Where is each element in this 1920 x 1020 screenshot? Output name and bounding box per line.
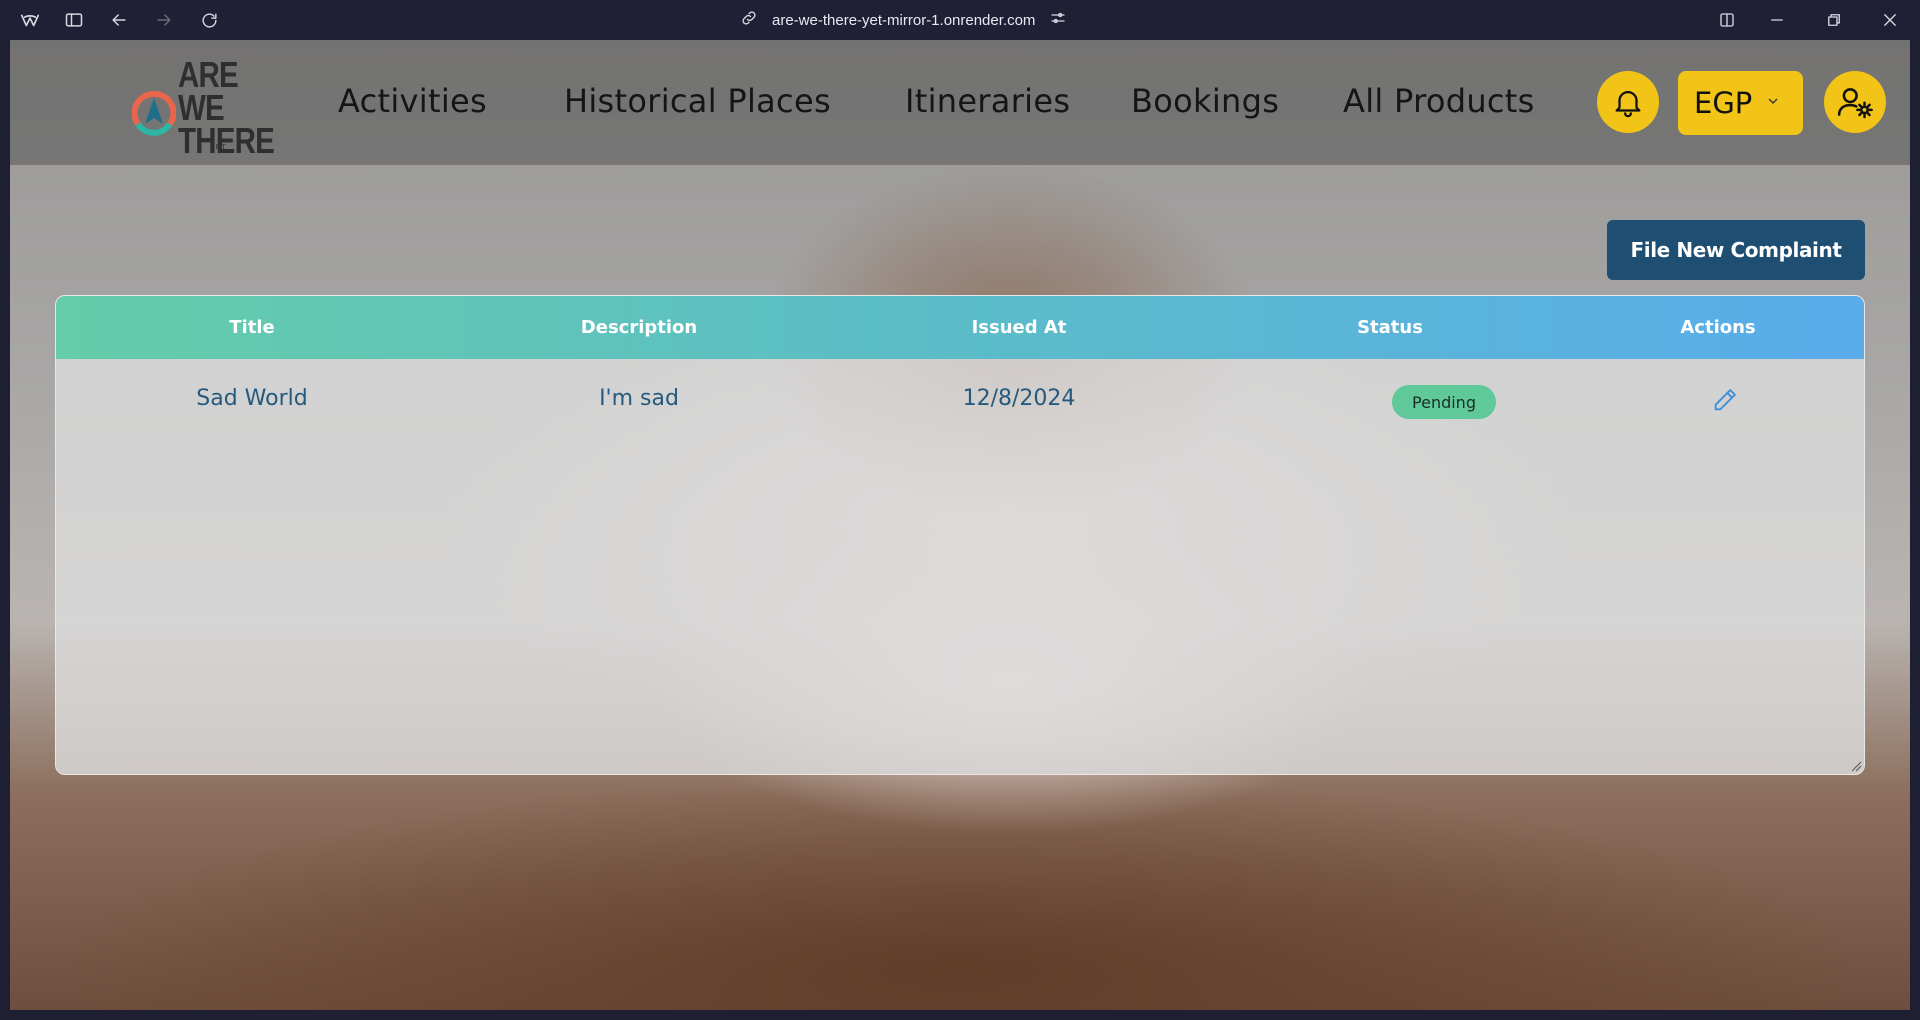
minimize-icon[interactable] bbox=[1765, 8, 1789, 32]
logo-compass-icon bbox=[132, 90, 176, 136]
file-new-complaint-button[interactable]: File New Complaint bbox=[1607, 220, 1865, 280]
link-icon bbox=[740, 9, 758, 31]
currency-select[interactable]: EGP bbox=[1678, 71, 1803, 135]
column-header-status: Status bbox=[1357, 317, 1423, 338]
chevron-down-icon bbox=[1768, 98, 1778, 104]
reload-icon[interactable] bbox=[197, 8, 221, 32]
url-text: are-we-there-yet-mirror-1.onrender.com bbox=[772, 11, 1036, 29]
logo-line-3: YET bbox=[210, 144, 227, 151]
nav-link-bookings[interactable]: Bookings bbox=[1131, 82, 1279, 120]
forward-arrow-icon[interactable] bbox=[152, 8, 176, 32]
status-badge: Pending bbox=[1392, 385, 1496, 419]
back-arrow-icon[interactable] bbox=[107, 8, 131, 32]
site-logo[interactable]: ARE WE THERE YET bbox=[132, 54, 282, 162]
bell-icon bbox=[1615, 91, 1641, 118]
cell-title: Sad World bbox=[196, 386, 308, 411]
nav-link-historical-places[interactable]: Historical Places bbox=[564, 82, 831, 120]
restore-icon[interactable] bbox=[1822, 8, 1846, 32]
browser-toolbar: are-we-there-yet-mirror-1.onrender.com bbox=[0, 0, 1920, 40]
page-viewport: ARE WE THERE YET Activities Historical P… bbox=[10, 40, 1910, 1010]
nav-link-activities[interactable]: Activities bbox=[338, 82, 487, 120]
address-bar[interactable]: are-we-there-yet-mirror-1.onrender.com bbox=[740, 0, 1067, 40]
edit-pencil-icon[interactable] bbox=[1711, 386, 1739, 414]
top-navbar: ARE WE THERE YET Activities Historical P… bbox=[10, 40, 1910, 165]
logo-line-1: ARE WE bbox=[178, 54, 239, 128]
account-settings-button[interactable] bbox=[1824, 71, 1886, 133]
logo-wordmark: ARE WE THERE bbox=[178, 54, 275, 161]
user-settings-icon bbox=[1837, 88, 1873, 119]
logo-line-2: THERE bbox=[178, 120, 275, 161]
notifications-button[interactable] bbox=[1597, 71, 1659, 133]
nav-link-all-products[interactable]: All Products bbox=[1343, 82, 1535, 120]
nav-link-itineraries[interactable]: Itineraries bbox=[905, 82, 1070, 120]
close-icon[interactable] bbox=[1878, 8, 1902, 32]
column-header-description: Description bbox=[580, 317, 698, 338]
column-header-actions: Actions bbox=[1680, 317, 1756, 338]
browser-logo-icon[interactable] bbox=[18, 8, 42, 32]
column-header-title: Title bbox=[229, 317, 275, 338]
table-header: Title Description Issued At Status Actio… bbox=[56, 296, 1864, 359]
column-header-issued-at: Issued At bbox=[971, 317, 1067, 338]
site-settings-icon[interactable] bbox=[1049, 9, 1067, 31]
currency-value: EGP bbox=[1694, 86, 1753, 120]
sidebar-toggle-icon[interactable] bbox=[62, 8, 86, 32]
split-view-icon[interactable] bbox=[1715, 8, 1739, 32]
cell-issued-at: 12/8/2024 bbox=[962, 386, 1076, 411]
resize-grip-icon[interactable] bbox=[1850, 760, 1862, 772]
complaints-table: Title Description Issued At Status Actio… bbox=[55, 295, 1865, 775]
cell-description: I'm sad bbox=[599, 386, 679, 411]
